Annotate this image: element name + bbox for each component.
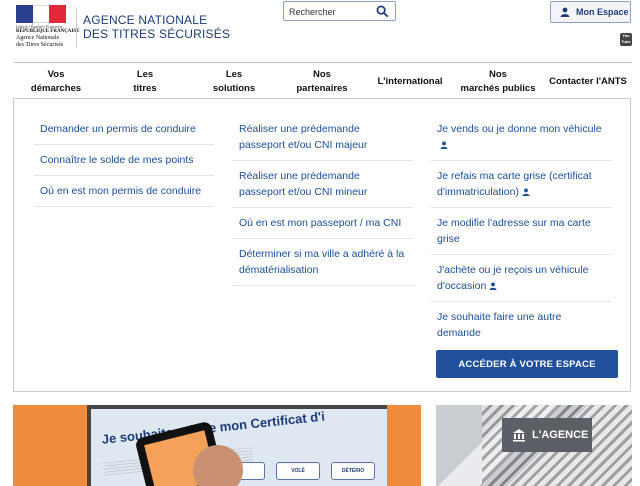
link-dematerialisation[interactable]: Déterminer si ma ville a adhéré à la dém… xyxy=(233,239,413,286)
main-navigation: Vos démarches Les titres Les solutions N… xyxy=(14,62,632,98)
search-box xyxy=(283,1,396,21)
header-divider xyxy=(76,8,77,48)
nav-item-marches-publics[interactable]: Nos marchés publics xyxy=(458,68,538,96)
link-suivi-passeport[interactable]: Où en est mon passeport / ma CNI xyxy=(233,208,413,239)
link-predemande-mineur[interactable]: Réaliser une prédemande passeport et/ou … xyxy=(233,161,413,208)
agency-name-line2: DES TITRES SÉCURISÉS xyxy=(83,27,231,41)
french-flag-icon xyxy=(16,5,67,23)
mon-espace-label: Mon Espace xyxy=(576,7,629,17)
nav-item-nos-partenaires[interactable]: Nos partenaires xyxy=(289,68,355,96)
link-predemande-majeur[interactable]: Réaliser une prédemande passeport et/ou … xyxy=(233,119,413,161)
promo-carte-grise-banner[interactable]: Je souhaite refaire mon Certificat d'i V… xyxy=(13,405,421,486)
republique-francaise-logo[interactable]: Liberté • Égalité • Fraternité RÉPUBLIQU… xyxy=(16,5,79,55)
link-solde-points[interactable]: Connaître le solde de mes points xyxy=(34,145,214,176)
link-vendre-vehicule[interactable]: Je vends ou je donne mon véhicule xyxy=(431,119,611,161)
nav-item-les-titres[interactable]: Les titres xyxy=(114,68,176,96)
acceder-espace-button[interactable]: ACCÉDER À VOTRE ESPACE xyxy=(436,350,618,378)
user-icon xyxy=(440,141,448,149)
link-achat-occasion[interactable]: J'achète ou je reçois un véhicule d'occa… xyxy=(431,255,611,302)
nav-item-international[interactable]: L'international xyxy=(372,75,448,89)
menu-column-identite: Réaliser une prédemande passeport et/ou … xyxy=(233,119,413,286)
menu-column-permis: Demander un permis de conduire Connaître… xyxy=(34,119,214,207)
user-icon xyxy=(522,188,530,196)
agency-name-line1: AGENCE NATIONALE xyxy=(83,13,208,27)
nav-item-vos-demarches[interactable]: Vos démarches xyxy=(24,68,88,96)
user-icon xyxy=(560,7,570,17)
building-icon xyxy=(513,429,525,442)
search-icon[interactable] xyxy=(376,5,389,18)
youtube-icon[interactable]: You Tube xyxy=(620,33,632,46)
link-suivi-permis[interactable]: Où en est mon permis de conduire xyxy=(34,176,214,207)
vos-demarches-dropdown: Demander un permis de conduire Connaître… xyxy=(13,98,631,392)
nav-item-les-solutions[interactable]: Les solutions xyxy=(202,68,266,96)
link-refaire-carte-grise[interactable]: Je refais ma carte grise (certificat d'i… xyxy=(431,161,611,208)
agency-name[interactable]: AGENCE NATIONALE DES TITRES SÉCURISÉS xyxy=(83,13,230,41)
link-modifier-adresse[interactable]: Je modifie l'adresse sur ma carte grise xyxy=(431,208,611,255)
menu-column-vehicule: Je vends ou je donne mon véhicule Je ref… xyxy=(431,119,611,348)
user-icon xyxy=(489,282,497,290)
mon-espace-button[interactable]: Mon Espace xyxy=(550,1,631,23)
link-demander-permis[interactable]: Demander un permis de conduire xyxy=(34,119,214,145)
agence-label[interactable]: L'AGENCE xyxy=(502,418,592,452)
logo-agency-line2: des Titres Sécurisés xyxy=(16,41,64,48)
search-input[interactable] xyxy=(289,5,369,18)
link-autre-demande[interactable]: Je souhaite faire une autre demande xyxy=(431,302,611,348)
site-header: Liberté • Égalité • Fraternité RÉPUBLIQU… xyxy=(0,0,640,62)
promo-chip-vole: VOLÉ xyxy=(276,462,320,480)
nav-item-contacter-ants[interactable]: Contacter l'ANTS xyxy=(546,75,630,89)
agence-banner[interactable]: L'AGENCE xyxy=(436,405,632,486)
promo-chip-deterio: DÉTÉRIO xyxy=(331,462,375,480)
